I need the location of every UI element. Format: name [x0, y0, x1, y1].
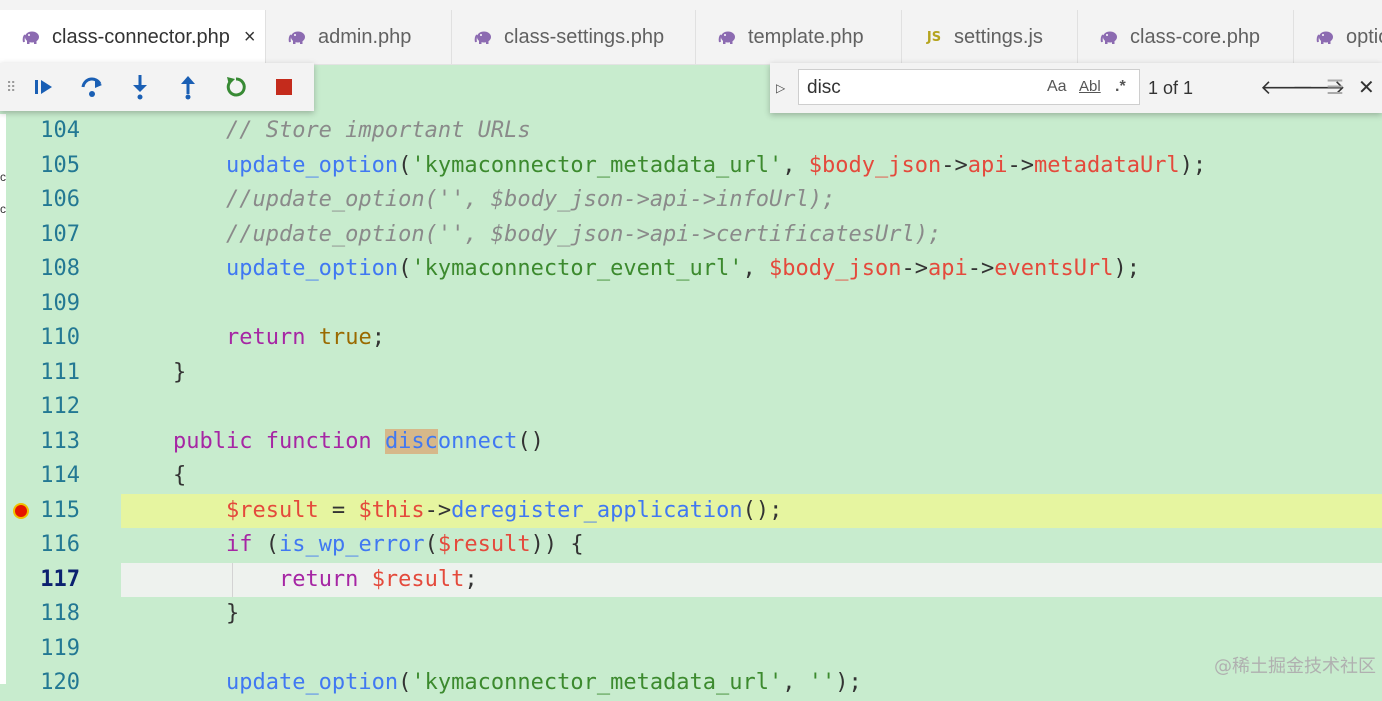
- step-into-button[interactable]: [116, 67, 164, 107]
- line-number: 119: [40, 635, 80, 661]
- code-line[interactable]: 113 public function disconnect(): [0, 425, 1382, 460]
- line-number: 110: [40, 325, 80, 350]
- tab-settings-js[interactable]: JS settings.js: [902, 10, 1078, 64]
- line-number: 107: [40, 221, 80, 247]
- code-line[interactable]: 114 {: [0, 459, 1382, 494]
- code-line[interactable]: 104 // Store important URLs: [0, 114, 1382, 149]
- line-number: 109: [40, 290, 80, 316]
- drag-handle-icon[interactable]: ⠿: [6, 80, 20, 94]
- code-line-paused[interactable]: 115 $result = $this->deregister_applicat…: [0, 493, 1382, 528]
- php-elephant-icon: [718, 27, 738, 47]
- tab-label: admin.php: [318, 25, 412, 48]
- line-number: 118: [40, 601, 80, 626]
- find-input[interactable]: [805, 74, 1029, 102]
- tab-label: settings.js: [954, 25, 1043, 48]
- match-count: 1 of 1: [1148, 78, 1194, 98]
- line-number: 120: [40, 670, 80, 695]
- toggle-replace-chevron-icon[interactable]: ▷: [776, 81, 785, 95]
- continue-button[interactable]: [20, 67, 68, 107]
- code-line[interactable]: 110 return true;: [0, 321, 1382, 356]
- line-number: 117: [40, 566, 80, 592]
- line-number: 111: [40, 359, 80, 385]
- tab-label: class-connector.php: [52, 25, 230, 48]
- tab-label: template.php: [748, 25, 864, 48]
- code-line[interactable]: 111 }: [0, 356, 1382, 391]
- tab-class-settings[interactable]: class-settings.php: [452, 10, 696, 64]
- find-widget: ▷ Aa Abl .* 1 of 1 🡐 🡒 ☰ ✕: [770, 63, 1382, 113]
- step-out-button[interactable]: [164, 67, 212, 107]
- whole-word-toggle[interactable]: Abl: [1079, 78, 1101, 95]
- php-elephant-icon: [1100, 27, 1120, 47]
- continue-icon: [35, 80, 52, 94]
- tab-label: class-core.php: [1130, 25, 1261, 48]
- stop-button[interactable]: [260, 67, 308, 107]
- code-line[interactable]: 112: [0, 390, 1382, 425]
- php-elephant-icon: [474, 27, 494, 47]
- code-line[interactable]: 107 //update_option('', $body_json->api-…: [0, 218, 1382, 253]
- php-elephant-icon: [1316, 27, 1336, 47]
- line-number: 116: [40, 532, 80, 557]
- line-number: 105: [40, 152, 80, 178]
- code-editor[interactable]: c c 104 // Store important URLs 105 upda…: [0, 114, 1382, 695]
- line-number: 114: [40, 463, 80, 488]
- php-elephant-icon: [22, 27, 42, 47]
- step-over-icon: [81, 77, 102, 97]
- tab-class-core[interactable]: class-core.php: [1078, 10, 1294, 64]
- code-line[interactable]: 109: [0, 287, 1382, 322]
- find-input-box: Aa Abl .*: [798, 69, 1140, 105]
- line-number: 108: [40, 256, 80, 281]
- step-over-button[interactable]: [68, 67, 116, 107]
- step-into-icon: [133, 75, 147, 100]
- breakpoint-icon[interactable]: [15, 504, 27, 517]
- editor-tab-bar: class-connector.php × admin.php class-se…: [0, 0, 1382, 65]
- tab-class-connector[interactable]: class-connector.php ×: [0, 10, 266, 64]
- line-number: 115: [40, 497, 80, 523]
- stop-icon: [276, 79, 292, 95]
- watermark: @稀土掘金技术社区: [1214, 656, 1376, 677]
- code-line-cursor[interactable]: 117 return $result;: [0, 562, 1382, 597]
- tab-admin[interactable]: admin.php: [266, 10, 452, 64]
- step-out-icon: [181, 76, 195, 100]
- code-line[interactable]: 119: [0, 632, 1382, 667]
- code-line[interactable]: 116 if (is_wp_error($result)) {: [0, 528, 1382, 563]
- restart-icon: [226, 77, 246, 97]
- php-elephant-icon: [288, 27, 308, 47]
- close-icon[interactable]: ×: [244, 26, 256, 49]
- tab-template[interactable]: template.php: [696, 10, 902, 64]
- js-file-icon: JS: [926, 29, 942, 45]
- code-line[interactable]: 120 update_option('kymaconnector_metadat…: [0, 666, 1382, 701]
- regex-toggle[interactable]: .*: [1115, 78, 1126, 96]
- tab-options[interactable]: optio: [1294, 10, 1382, 64]
- code-line[interactable]: 106 //update_option('', $body_json->api-…: [0, 183, 1382, 218]
- debug-toolbar: ⠿: [0, 63, 314, 111]
- line-number: 104: [40, 118, 80, 143]
- code-line[interactable]: 108 update_option('kymaconnector_event_u…: [0, 252, 1382, 287]
- code-line[interactable]: 118 }: [0, 597, 1382, 632]
- search-match-highlight: disc: [384, 428, 438, 454]
- close-icon[interactable]: ✕: [1358, 75, 1375, 100]
- line-number: 106: [40, 187, 80, 212]
- line-number: 112: [40, 394, 80, 419]
- line-number: 113: [40, 428, 80, 454]
- find-in-selection-icon[interactable]: ☰: [1326, 75, 1344, 100]
- tab-label: optio: [1346, 25, 1382, 48]
- restart-button[interactable]: [212, 67, 260, 107]
- code-line[interactable]: 105 update_option('kymaconnector_metadat…: [0, 149, 1382, 184]
- match-case-toggle[interactable]: Aa: [1047, 78, 1067, 96]
- tab-label: class-settings.php: [504, 25, 665, 48]
